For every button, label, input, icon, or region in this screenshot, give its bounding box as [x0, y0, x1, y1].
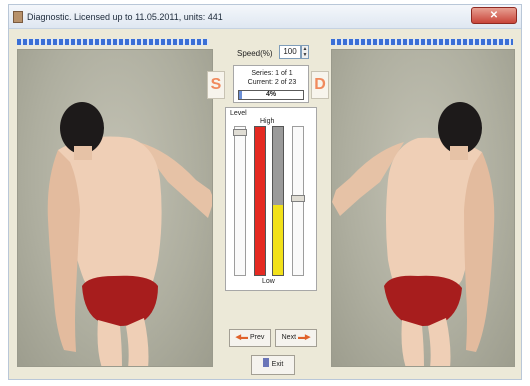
series-progress-bar: 4%	[238, 90, 304, 100]
next-button[interactable]: Next ▬▶	[275, 329, 317, 347]
speed-spinner[interactable]: ▲ ▼	[301, 45, 309, 59]
right-level-slider-thumb[interactable]	[291, 195, 305, 202]
spin-down-icon[interactable]: ▼	[302, 52, 308, 58]
prev-label: Prev	[249, 334, 265, 341]
left-arrow-icon: ◀▬	[235, 334, 249, 341]
left-level-slider-thumb[interactable]	[233, 129, 247, 136]
right-body-view	[331, 49, 515, 367]
window-title: Diagnostic. Licensed up to 11.05.2011, u…	[27, 12, 223, 22]
series-text: Series: 1 of 1	[251, 70, 293, 77]
exit-button[interactable]: Exit	[251, 355, 295, 375]
left-progress-strip	[17, 39, 209, 45]
app-icon	[13, 11, 23, 23]
next-label: Next	[281, 334, 297, 341]
title-bar: Diagnostic. Licensed up to 11.05.2011, u…	[9, 5, 521, 29]
left-body-figure	[47, 102, 212, 366]
series-progress-text: 4%	[265, 91, 277, 98]
speed-label: Speed(%)	[237, 49, 273, 58]
level-panel: Level High Low	[225, 107, 317, 291]
current-text: Current: 2 of 23	[247, 79, 297, 86]
left-body-view	[17, 49, 213, 367]
door-icon	[262, 358, 269, 367]
series-info-box: Series: 1 of 1 Current: 2 of 23 4%	[233, 65, 309, 103]
level-label: Level	[230, 110, 247, 117]
low-label: Low	[262, 278, 275, 285]
exit-label: Exit	[271, 361, 284, 368]
high-label: High	[260, 118, 275, 125]
diagnostic-window: Diagnostic. Licensed up to 11.05.2011, u…	[8, 4, 522, 380]
right-body-figure	[332, 102, 495, 366]
speed-input[interactable]: 100	[279, 45, 301, 59]
s-button[interactable]: S	[207, 71, 225, 99]
close-icon: ✕	[489, 10, 499, 21]
d-button[interactable]: D	[311, 71, 329, 99]
prev-button[interactable]: ◀▬ Prev	[229, 329, 271, 347]
center-control-panel: Speed(%) 100 ▲ ▼ S D Series: 1 of 1 Curr…	[207, 41, 329, 375]
yellow-level-bar	[272, 126, 284, 276]
yellow-level-fill	[273, 205, 283, 275]
close-button[interactable]: ✕	[471, 7, 517, 24]
right-progress-strip	[331, 39, 513, 45]
right-level-slider[interactable]	[291, 126, 305, 276]
right-arrow-icon: ▬▶	[297, 334, 311, 341]
left-level-slider[interactable]	[233, 126, 247, 276]
red-level-bar	[254, 126, 266, 276]
